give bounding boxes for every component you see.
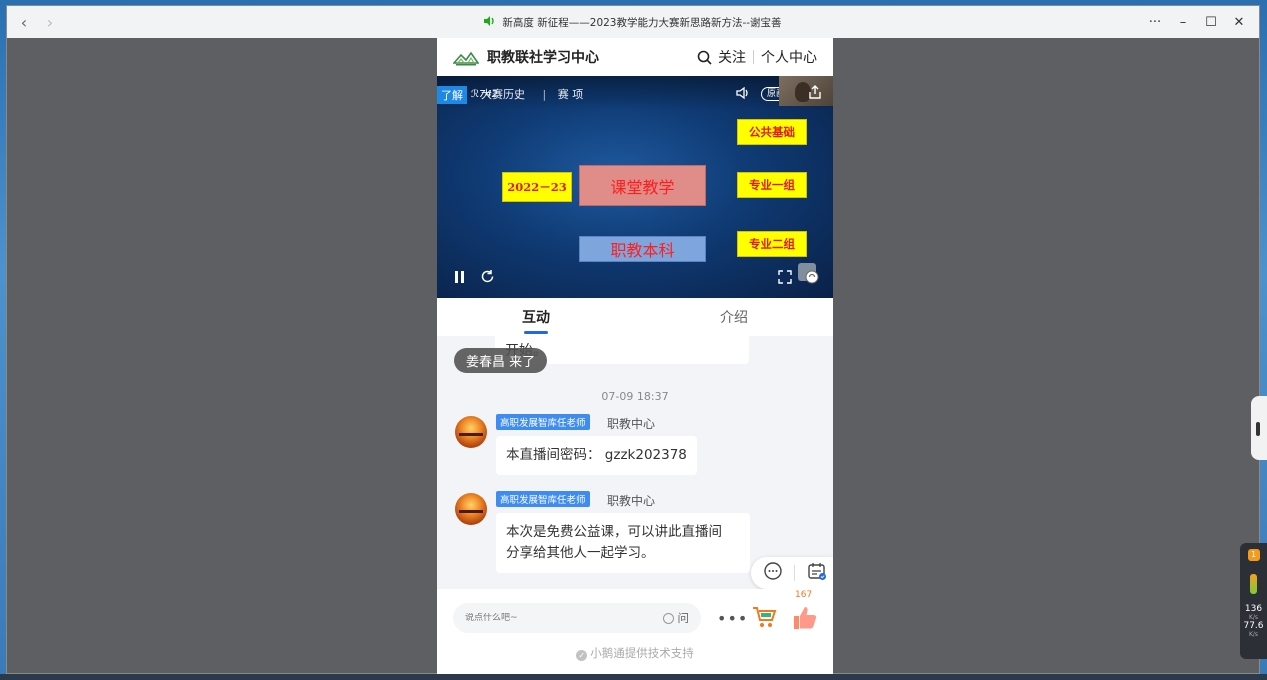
sender-name: 职教中心 (607, 417, 656, 431)
pause-icon[interactable] (454, 269, 466, 288)
bottom-bar: 问 ••• 167 ✓小鹅通提供技术支持 (437, 589, 833, 675)
thumbs-up-icon[interactable] (789, 603, 819, 633)
calendar-icon[interactable] (807, 561, 827, 585)
network-speed-widget: 1 136 K/s 77.6 K/s (1240, 543, 1267, 659)
comment-icon[interactable] (763, 561, 783, 585)
picture-in-picture-icon[interactable] (797, 262, 819, 288)
taskbar-edge (0, 674, 1267, 680)
sender-name: 职教中心 (607, 494, 656, 508)
back-button[interactable]: ‹ (11, 9, 37, 35)
chat-message: 高职发展智库任老师 职教中心 本直播间密码： gzzk202378 (455, 414, 755, 478)
message-text-line: 分享给其他人一起学习。 (506, 545, 655, 561)
download-speed: 77.6 (1243, 621, 1264, 631)
slide-public-basics: 公共基础 (737, 119, 807, 145)
app-title: 职教联社学习中心 (487, 50, 599, 66)
viewer-icon: ℛ (471, 89, 479, 100)
like-count: 167 (795, 590, 813, 600)
speaker-icon (484, 15, 496, 29)
maximize-button[interactable]: ☐ (1197, 15, 1225, 30)
slide-year: 2022－23 (502, 172, 572, 202)
shield-icon: 1 (1247, 549, 1260, 561)
title-bar: ‹ › 新高度 新征程——2023教学能力大赛新思路新方法--谢宝善 ··· –… (7, 6, 1259, 38)
tab-interaction[interactable]: 互动 (437, 298, 635, 336)
video-player[interactable]: 了解 ℛ742 大赛历史 | 赛 项 原画 公共基础 2022－23 课堂教学 … (437, 76, 833, 298)
message-text-line: 本次是免费公益课，可以讲此直播间 (506, 524, 722, 540)
message-text: 本次是免费公益课，可以讲此直播间 分享给其他人一起学习。 (496, 513, 750, 573)
more-button[interactable]: ··· (1141, 15, 1169, 30)
download-unit: K/s (1248, 631, 1259, 638)
slide-nav-divider: | (542, 88, 547, 101)
forward-button[interactable]: › (37, 9, 63, 35)
slide-group-one: 专业一组 (737, 172, 807, 198)
role-tag: 高职发展智库任老师 (496, 491, 590, 507)
powered-by-text: 小鹅通提供技术支持 (590, 646, 694, 660)
slide-nav: 大赛历史 | 赛 项 (481, 86, 583, 102)
ask-toggle[interactable]: 问 (662, 610, 690, 626)
tab-bar: 互动 介绍 (437, 298, 833, 336)
more-options-button[interactable]: ••• (717, 609, 748, 628)
learn-badge[interactable]: 了解 (437, 86, 467, 104)
header-divider (753, 50, 754, 64)
close-button[interactable]: ✕ (1225, 15, 1253, 30)
avatar[interactable] (455, 416, 487, 448)
message-timestamp: 07-09 18:37 (601, 390, 669, 403)
header-actions: 关注 个人中心 (697, 38, 817, 76)
browser-window: ‹ › 新高度 新征程——2023教学能力大赛新思路新方法--谢宝善 ··· –… (6, 5, 1260, 675)
window-title: 新高度 新征程——2023教学能力大赛新思路新方法--谢宝善 (502, 16, 782, 29)
join-notification: 姜春昌 来了 (454, 348, 548, 373)
fullscreen-icon[interactable] (778, 269, 792, 288)
avatar[interactable] (455, 493, 487, 525)
window-controls: ··· – ☐ ✕ (1141, 6, 1253, 38)
volume-icon[interactable] (735, 85, 751, 101)
window-title-wrap: 新高度 新征程——2023教学能力大赛新思路新方法--谢宝善 (7, 6, 1259, 38)
slide-nav-history: 大赛历史 (481, 88, 525, 101)
share-icon[interactable] (807, 84, 823, 100)
floating-tools (751, 557, 833, 589)
powered-by: ✓ 小鹅通提供技术支持 (437, 645, 833, 661)
chat-message: 高职发展智库任老师 职教中心 本次是免费公益课，可以讲此直播间 分享给其他人一起… (455, 491, 785, 581)
message-text: 本直播间密码： gzzk202378 (496, 436, 697, 475)
upload-unit: K/s (1248, 614, 1259, 621)
usage-bar (1250, 574, 1257, 594)
logo-icon (453, 47, 479, 67)
side-drawer-handle[interactable] (1251, 396, 1267, 460)
slide-nav-items: 赛 项 (557, 88, 584, 101)
chat-list[interactable]: 开始。 姜春昌 来了 07-09 18:37 高职发展智库任老师 职教中心 本直… (437, 336, 833, 586)
tools-divider (794, 565, 796, 581)
personal-center-button[interactable]: 个人中心 (761, 47, 817, 67)
follow-button[interactable]: 关注 (718, 47, 746, 67)
ask-radio-icon (662, 612, 674, 624)
live-room-panel: 职教联社学习中心 关注 个人中心 了解 ℛ742 大赛历史 | 赛 项 原画 公… (437, 38, 833, 675)
comment-input-box: 问 (453, 603, 701, 633)
slide-group-two: 专业二组 (737, 231, 807, 257)
slide-classroom-teaching: 课堂教学 (579, 165, 706, 206)
shopping-cart-icon[interactable] (750, 603, 778, 631)
app-header: 职教联社学习中心 关注 个人中心 (437, 38, 833, 76)
check-icon: ✓ (576, 650, 588, 661)
refresh-icon[interactable] (480, 269, 495, 288)
upload-speed: 136 (1244, 604, 1263, 614)
search-icon[interactable] (697, 50, 712, 65)
tab-introduction[interactable]: 介绍 (635, 298, 833, 336)
minimize-button[interactable]: – (1169, 15, 1197, 30)
comment-input[interactable] (453, 613, 663, 623)
role-tag: 高职发展智库任老师 (496, 414, 590, 430)
slide-vocational-bachelor: 职教本科 (579, 236, 706, 262)
presenter-camera (779, 76, 833, 106)
ask-label: 问 (677, 611, 690, 625)
